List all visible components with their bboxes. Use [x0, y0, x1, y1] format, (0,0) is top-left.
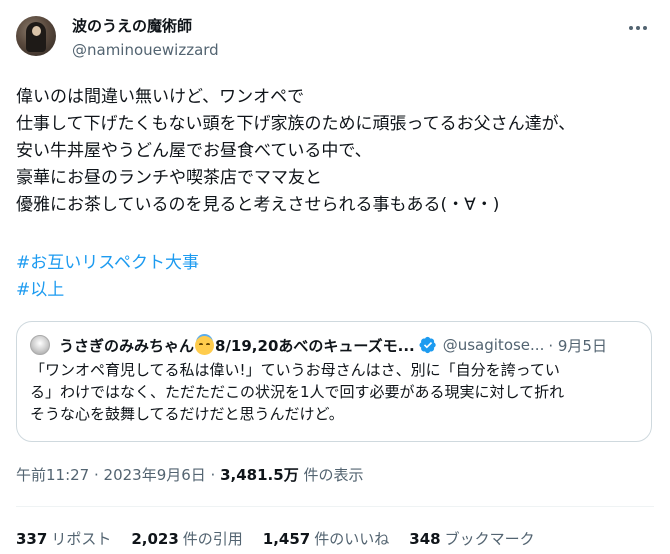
bookmarks-label: ブックマーク	[444, 530, 535, 548]
quoted-tweet-header: うさぎのみみちゃん 8/19,20あべのキューズモ... @usagitose.…	[59, 332, 639, 358]
hashtag-link[interactable]: #以上	[16, 277, 199, 304]
bookmarks-stat[interactable]: 348 ブックマーク	[409, 528, 534, 550]
author-handle[interactable]: @naminouewizzard	[72, 40, 219, 60]
quoted-tweet-date: · 9月5日	[548, 336, 607, 355]
likes-count: 1,457	[262, 530, 311, 548]
reposts-count: 337	[16, 530, 48, 548]
views-label: 件の表示	[298, 466, 364, 484]
reposts-stat[interactable]: 337 リポスト	[16, 528, 111, 550]
divider	[16, 506, 654, 507]
author-avatar[interactable]	[16, 16, 56, 56]
verified-badge-icon	[419, 336, 436, 354]
avatar-face	[32, 26, 41, 36]
quoted-author-handle: @usagitose...	[442, 336, 545, 354]
quoted-tweet-text: 「ワンオペ育児してる私は偉い!」ていうお母さんはさ、別に「自分を誇ってい る」わ…	[30, 361, 565, 423]
tweet-text: 偉いのは間違い無いけど、ワンオペで 仕事して下げたくもない頭を下げ家族のために頑…	[16, 87, 576, 215]
hashtag-link[interactable]: #お互いリスペクト大事	[16, 250, 199, 277]
more-dot-2	[636, 26, 640, 30]
likes-stat[interactable]: 1,457 件のいいね	[263, 528, 389, 550]
more-dot-3	[643, 26, 647, 30]
quoted-tweet-card[interactable]: うさぎのみみちゃん 8/19,20あべのキューズモ... @usagitose.…	[16, 321, 652, 442]
hashtag-list: #お互いリスペクト大事 #以上	[16, 250, 199, 304]
bookmarks-count: 348	[409, 530, 441, 548]
quotes-stat[interactable]: 2,023 件の引用	[131, 528, 242, 550]
tweet-meta: 午前11:27 · 2023年9月6日 · 3,481.5万 件の表示	[16, 465, 363, 485]
engagement-stats: 337 リポスト 2,023 件の引用 1,457 件のいいね 348 ブックマーク	[16, 528, 535, 550]
more-options-button[interactable]	[624, 16, 652, 40]
quoted-author-name-suffix: 8/19,20あべのキューズモ...	[215, 336, 415, 355]
quotes-label: 件の引用	[182, 530, 243, 548]
tweet-timestamp[interactable]: 午前11:27 · 2023年9月6日 ·	[16, 466, 220, 484]
smiling-face-with-halo-icon	[195, 335, 215, 355]
quoted-author-avatar	[30, 335, 50, 355]
quoted-author-name: うさぎのみみちゃん	[59, 336, 195, 355]
likes-label: 件のいいね	[314, 530, 390, 548]
more-dots-icon	[629, 26, 633, 30]
views-count: 3,481.5万	[220, 466, 299, 484]
reposts-label: リポスト	[51, 530, 112, 548]
quotes-count: 2,023	[131, 530, 179, 548]
author-display-name[interactable]: 波のうえの魔術師	[72, 16, 192, 36]
